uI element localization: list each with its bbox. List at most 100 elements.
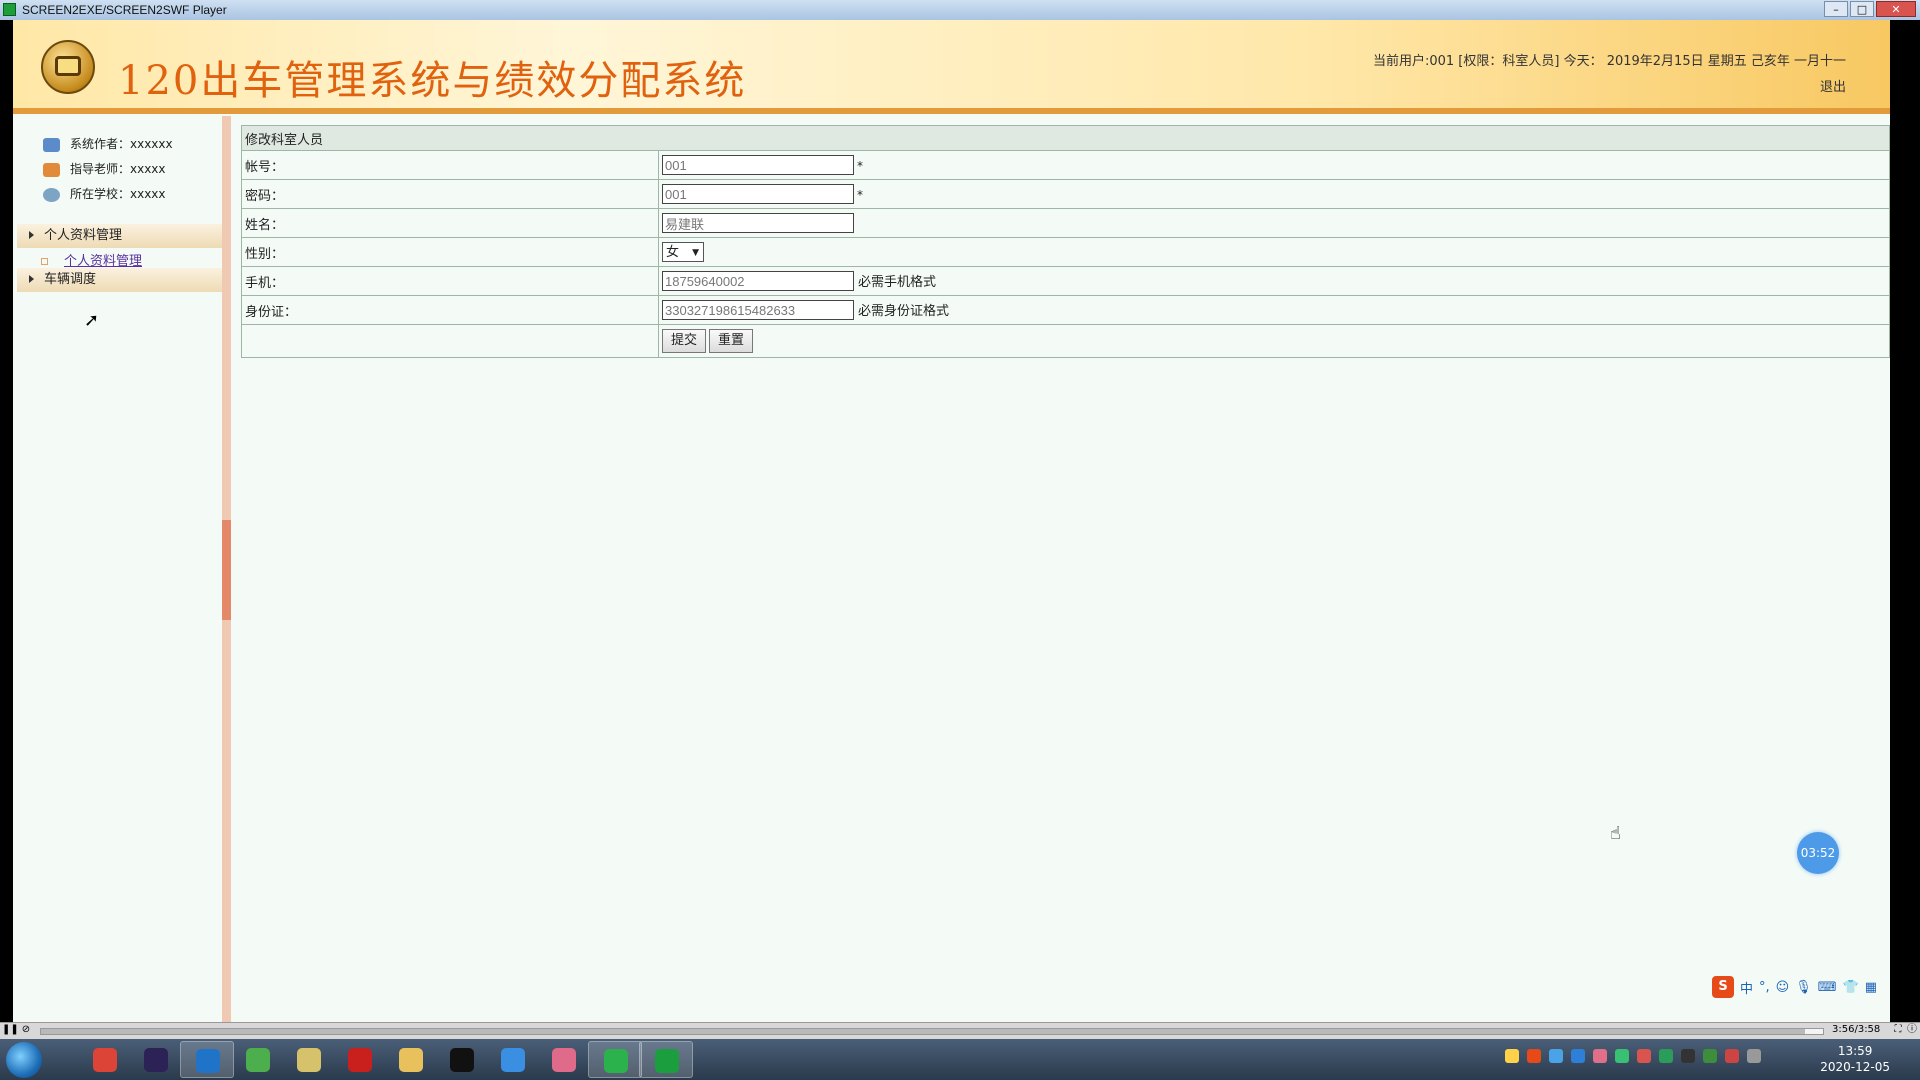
sogou-tray-icon[interactable]	[1527, 1049, 1541, 1063]
user-info: 当前用户:001 [权限：科室人员] 今天： 2019年2月15日 星期五 己亥…	[1372, 54, 1846, 69]
hand-cursor-icon: ☝	[1610, 823, 1621, 844]
gender-label: 性别：	[241, 237, 659, 267]
ime-toolbar[interactable]: S 中 °, ☺ 🎙 ⌨ 👕 ▦	[1712, 975, 1877, 999]
microphone-icon[interactable]: 🎙	[1795, 980, 1812, 995]
progress-fill	[41, 1029, 1806, 1034]
logout-link[interactable]: 退出	[1820, 76, 1846, 95]
teacher-icon	[43, 162, 60, 177]
notepad-icon	[297, 1048, 321, 1072]
keyboard-icon[interactable]: ⌨	[1818, 980, 1837, 995]
volume-icon[interactable]	[1725, 1049, 1739, 1063]
idcard-label: 身份证：	[241, 295, 659, 325]
password-input[interactable]	[662, 184, 854, 204]
form-row-phone: 手机： 必需手机格式	[241, 266, 1890, 296]
monitor-icon[interactable]	[1659, 1049, 1673, 1063]
taskbar-app-avatar[interactable]	[537, 1041, 591, 1078]
baidu-netdisk-icon	[501, 1048, 525, 1072]
clock-date: 2020-12-05	[1820, 1060, 1890, 1074]
account-input[interactable]	[662, 155, 854, 175]
taskbar-app-explorer[interactable]	[384, 1041, 438, 1078]
start-button[interactable]	[6, 1042, 42, 1078]
main-content: 修改科室人员 帐号： * 密码： * 姓名： 性别： 女▼ 手机： 必需手机格式…	[241, 125, 1890, 358]
name-input[interactable]	[662, 213, 854, 233]
edit-staff-form: 修改科室人员 帐号： * 密码： * 姓名： 性别： 女▼ 手机： 必需手机格式…	[241, 125, 1890, 358]
window-title: SCREEN2EXE/SCREEN2SWF Player	[22, 3, 227, 17]
page-header: 120出车管理系统与绩效分配系统 当前用户:001 [权限：科室人员] 今天： …	[13, 20, 1890, 114]
info-icon[interactable]: ⓘ	[1906, 1024, 1918, 1036]
skin-icon[interactable]: 👕	[1843, 980, 1859, 995]
name-label: 姓名：	[241, 208, 659, 238]
taskbar-app-360[interactable]	[231, 1041, 285, 1078]
idcard-input[interactable]	[662, 300, 854, 321]
form-row-actions: 提交 重置	[241, 324, 1890, 358]
clock[interactable]: 13:59 2020-12-05	[1820, 1043, 1890, 1075]
triangle-right-icon	[29, 275, 34, 283]
close-button[interactable]: ✕	[1876, 1, 1916, 17]
sidebar: 系统作者：xxxxxx 指导老师：xxxxx 所在学校：xxxxx 个人资料管理…	[13, 116, 222, 1022]
maximize-button[interactable]: □	[1850, 1, 1874, 17]
taskbar-app-baidu-netdisk[interactable]	[486, 1041, 540, 1078]
shield-icon[interactable]	[1571, 1049, 1585, 1063]
taskbar-app-flash[interactable]	[333, 1041, 387, 1078]
menu-personal-profile[interactable]: 个人资料管理	[17, 224, 222, 248]
person-icon	[43, 137, 60, 152]
taskbar-app-browser[interactable]	[180, 1041, 234, 1078]
taskbar-app-qq[interactable]	[435, 1041, 489, 1078]
idcard-hint: 必需身份证格式	[858, 303, 950, 319]
window-titlebar: SCREEN2EXE/SCREEN2SWF Player – □ ✕	[0, 0, 1920, 20]
submit-button[interactable]: 提交	[662, 329, 707, 353]
taskbar-app-eclipse[interactable]	[129, 1041, 183, 1078]
personal-profile-link[interactable]: 个人资料管理	[64, 254, 142, 269]
explorer-icon	[399, 1048, 423, 1072]
network-icon[interactable]	[1549, 1049, 1563, 1063]
menu-grid-icon[interactable]: ▦	[1865, 980, 1877, 995]
triangle-right-icon	[29, 231, 34, 239]
wechat-icon	[604, 1049, 628, 1073]
pause-icon[interactable]: ❚❚	[2, 1024, 19, 1036]
password-label: 密码：	[241, 179, 659, 209]
logo-icon	[41, 40, 95, 94]
fullscreen-icon[interactable]: ⛶	[1892, 1024, 1904, 1036]
mouse-cursor-icon: ➚	[84, 310, 100, 331]
phone-hint: 必需手机格式	[858, 274, 937, 290]
clock-time: 13:59	[1837, 1044, 1873, 1058]
timer-badge[interactable]: 03:52	[1797, 832, 1839, 874]
phone-input[interactable]	[662, 271, 854, 292]
arrow-icon[interactable]	[1637, 1049, 1651, 1063]
avatar-icon	[552, 1048, 576, 1072]
reset-button[interactable]: 重置	[709, 329, 754, 353]
teacher-info: 指导老师：xxxxx	[43, 159, 166, 179]
flower-icon[interactable]	[1593, 1049, 1607, 1063]
menu-item-personal-profile[interactable]: 个人资料管理	[41, 250, 142, 269]
taskbar-app-wechat[interactable]	[588, 1041, 642, 1078]
system-tray	[1505, 1049, 1761, 1063]
form-row-account: 帐号： *	[241, 150, 1890, 180]
punctuation-icon[interactable]: °,	[1759, 980, 1770, 995]
emoji-icon[interactable]: ☺	[1776, 980, 1790, 995]
taskbar-app-notepad[interactable]	[282, 1041, 336, 1078]
taskbar-app-chrome[interactable]	[78, 1041, 132, 1078]
gender-select[interactable]: 女 ▼	[662, 242, 704, 262]
form-row-password: 密码： *	[241, 179, 1890, 209]
school-info: 所在学校：xxxxx	[43, 184, 166, 204]
ime-mode-label[interactable]: 中	[1740, 978, 1753, 997]
chrome-icon	[93, 1048, 117, 1072]
school-icon	[43, 187, 60, 202]
bullet-icon	[41, 258, 48, 265]
player-time: 3:56/3:58	[1832, 1024, 1881, 1035]
app-icon	[3, 3, 16, 16]
sogou-icon[interactable]: S	[1712, 976, 1734, 998]
screen2exe-icon	[655, 1049, 679, 1073]
eclipse-icon	[144, 1048, 168, 1072]
notification-icon[interactable]	[1747, 1049, 1761, 1063]
minimize-button[interactable]: –	[1824, 1, 1848, 17]
menu-vehicle-dispatch[interactable]: 车辆调度	[17, 268, 222, 292]
stop-icon[interactable]: ⊘	[20, 1024, 32, 1036]
sidebar-collapse-handle[interactable]	[222, 520, 231, 620]
progress-track[interactable]	[40, 1028, 1824, 1035]
battery-icon[interactable]	[1703, 1049, 1717, 1063]
taskbar-app-screen2exe[interactable]	[639, 1041, 693, 1078]
qq-tray-icon[interactable]	[1681, 1049, 1695, 1063]
pc-icon[interactable]	[1505, 1049, 1519, 1063]
wechat-tray-icon[interactable]	[1615, 1049, 1629, 1063]
